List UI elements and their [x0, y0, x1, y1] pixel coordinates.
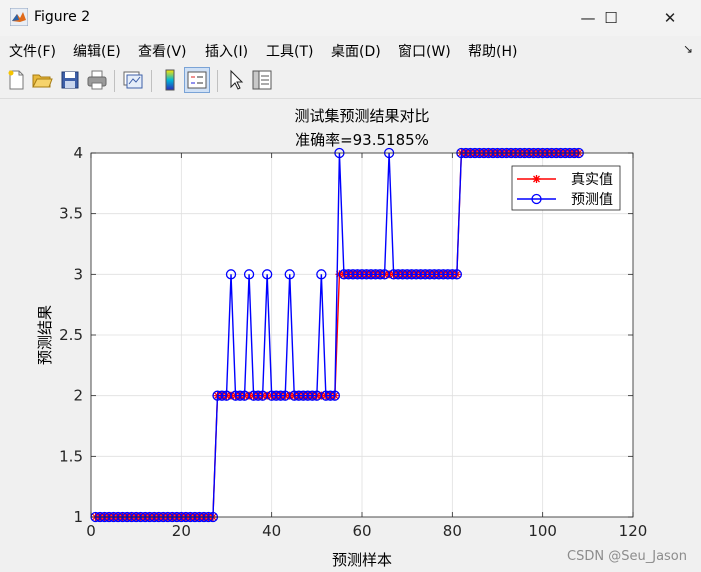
matlab-logo-icon: [10, 8, 28, 26]
x-tick-label: 80: [443, 522, 462, 540]
toolbar-separator: [114, 70, 115, 92]
chart-subtitle: 准确率=93.5185%: [295, 131, 429, 149]
close-button[interactable]: ✕: [647, 0, 693, 36]
menu-edit[interactable]: 编辑(E): [73, 41, 121, 61]
y-tick-label: 2.5: [59, 326, 83, 344]
pointer-icon[interactable]: [224, 68, 248, 92]
open-file-icon[interactable]: [30, 68, 54, 92]
legend-label-true: 真实值: [571, 172, 613, 188]
legend-marker-true: [532, 175, 541, 183]
x-tick-label: 60: [352, 522, 371, 540]
toolbar-separator: [217, 70, 218, 92]
save-icon[interactable]: [58, 68, 82, 92]
menubar: 文件(F) 编辑(E) 查看(V) 插入(I) 工具(T) 桌面(D) 窗口(W…: [0, 36, 701, 64]
menu-window[interactable]: 窗口(W): [398, 41, 451, 61]
x-tick-label: 100: [528, 522, 557, 540]
menu-help[interactable]: 帮助(H): [468, 41, 517, 61]
menu-desktop[interactable]: 桌面(D): [331, 41, 381, 61]
insert-legend-icon[interactable]: [184, 67, 210, 93]
menu-view[interactable]: 查看(V): [138, 41, 187, 61]
watermark: CSDN @Seu_Jason: [567, 549, 687, 564]
y-tick-label: 4: [73, 144, 83, 162]
x-tick-label: 0: [86, 522, 96, 540]
x-axis-label: 预测样本: [332, 551, 392, 569]
window-titlebar: Figure 2 — ☐ ✕: [0, 0, 701, 36]
link-plot-icon[interactable]: [121, 68, 145, 92]
toolbar-separator: [151, 70, 152, 92]
chart-title: 测试集预测结果对比: [294, 107, 429, 125]
figure-canvas: 0 20 40 60 80 100 120 1 1.5 2 2.5 3 3.5 4 测试集预测结果对比 准…: [36, 107, 648, 569]
menu-overflow-icon[interactable]: ↘: [683, 42, 693, 56]
legend-label-pred: 预测值: [571, 192, 613, 208]
legend[interactable]: 真实值 预测值: [511, 165, 621, 211]
property-editor-icon[interactable]: [250, 68, 274, 92]
x-tick-label: 20: [172, 522, 191, 540]
toolbar: [0, 64, 701, 99]
insert-colorbar-icon[interactable]: [158, 68, 182, 92]
x-tick-label: 40: [262, 522, 281, 540]
menu-file[interactable]: 文件(F): [9, 41, 56, 61]
print-icon[interactable]: [85, 68, 109, 92]
x-tick-label: 120: [619, 522, 648, 540]
y-tick-label: 3: [73, 265, 83, 283]
maximize-button[interactable]: ☐: [588, 0, 634, 36]
new-figure-icon[interactable]: [4, 68, 28, 92]
window-title: Figure 2: [34, 9, 91, 25]
y-tick-label: 1.5: [59, 447, 83, 465]
y-axis-label: 预测结果: [36, 305, 54, 365]
menu-tools[interactable]: 工具(T): [266, 41, 313, 61]
y-tick-label: 2: [73, 387, 83, 405]
y-tick-label: 3.5: [59, 205, 83, 223]
y-tick-label: 1: [73, 508, 83, 526]
menu-insert[interactable]: 插入(I): [205, 41, 248, 61]
